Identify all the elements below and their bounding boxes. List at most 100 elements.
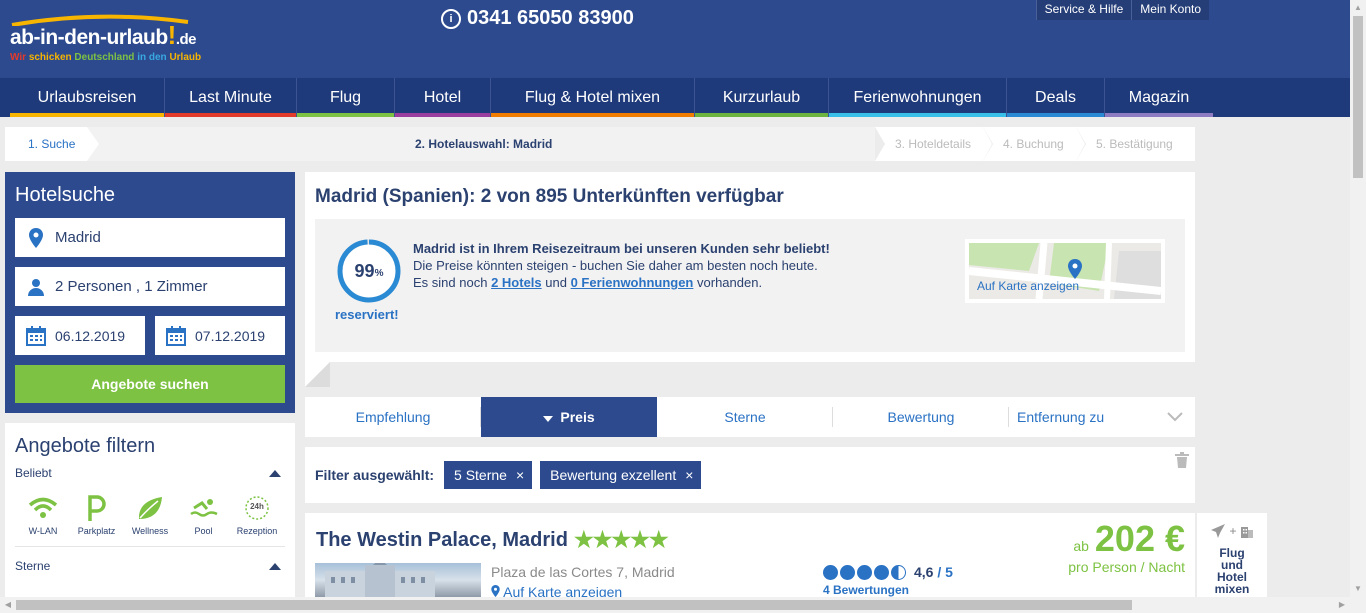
site-logo[interactable]: ab-in-den-urlaub!.de Wir schicken Deutsc… — [10, 14, 202, 63]
location-pin-icon — [25, 227, 47, 248]
collapse-icon[interactable] — [269, 469, 281, 477]
hotel-address: Plaza de las Cortes 7, Madrid — [491, 564, 675, 580]
persons-field[interactable]: 2 Personen , 1 Zimmer — [15, 267, 285, 306]
popular-section-header[interactable]: Beliebt — [15, 466, 285, 480]
show-map-link[interactable]: Auf Karte anzeigen — [977, 279, 1079, 293]
chevron-down-icon — [1167, 412, 1183, 422]
hotel-name[interactable]: The Westin Palace, Madrid ★★★★★ — [316, 527, 669, 553]
leaf-icon — [136, 494, 164, 522]
step-divider — [875, 127, 885, 161]
apartments-count-link[interactable]: 0 Ferienwohnungen — [571, 275, 694, 290]
availability-panel: Madrid (Spanien): 2 von 895 Unterkünften… — [305, 172, 1195, 362]
step-search[interactable]: 1. Suche — [5, 127, 99, 161]
nav-last-minute[interactable]: Last Minute — [165, 78, 297, 117]
horizontal-scrollbar[interactable]: ◀ ▶ — [0, 597, 1366, 613]
sort-rating[interactable]: Bewertung — [833, 397, 1009, 437]
checkout-date-field[interactable]: 07.12.2019 — [155, 316, 285, 355]
price-prefix: ab — [1073, 538, 1089, 554]
map-preview[interactable]: Auf Karte anzeigen — [965, 239, 1165, 303]
airplane-icon — [1211, 524, 1226, 538]
scroll-thumb[interactable] — [1353, 16, 1363, 178]
filter-chip-5-stars[interactable]: 5 Sterne × — [444, 461, 533, 489]
parking-icon — [87, 494, 107, 522]
sort-stars[interactable]: Sterne — [657, 397, 833, 437]
nav-kurzurlaub[interactable]: Kurzurlaub — [695, 78, 829, 117]
checkout-date-value: 07.12.2019 — [195, 327, 266, 344]
amenity-pool[interactable]: Pool — [178, 494, 230, 536]
amenity-reception[interactable]: 24h Rezeption — [231, 494, 283, 536]
collapse-icon[interactable] — [269, 562, 281, 570]
hotel-result-card[interactable]: The Westin Palace, Madrid ★★★★★ Plaza de… — [305, 513, 1195, 600]
hotels-count-link[interactable]: 2 Hotels — [491, 275, 542, 290]
nav-deals[interactable]: Deals — [1007, 78, 1105, 117]
search-offers-button[interactable]: Angebote suchen — [15, 365, 285, 403]
logo-slogan: Wir schicken Deutschland in den Urlaub — [10, 52, 202, 63]
building-icon — [1240, 527, 1253, 538]
sort-price[interactable]: Preis — [481, 397, 657, 437]
rating-dot-half — [891, 564, 906, 580]
mix-label: Flug und Hotel mixen — [1214, 546, 1250, 596]
filter-chip-rating-excellent[interactable]: Bewertung exzellent × — [540, 461, 702, 489]
review-count-link[interactable]: 4 Bewertungen — [823, 583, 909, 597]
hotline[interactable]: i 0341 65050 83900 — [441, 7, 634, 30]
nav-magazin[interactable]: Magazin — [1105, 78, 1213, 117]
nav-flug-hotel-mixen[interactable]: Flug & Hotel mixen — [491, 78, 695, 117]
top-links: Service & Hilfe Mein Konto — [1035, 0, 1209, 20]
scroll-thumb[interactable] — [16, 600, 1132, 610]
scroll-up-icon[interactable]: ▲ — [1350, 0, 1366, 16]
active-filters-label: Filter ausgewählt: — [315, 467, 435, 483]
step-confirmation: 5. Bestätigung — [1096, 137, 1173, 151]
scroll-left-icon[interactable]: ◀ — [0, 597, 16, 613]
vertical-scrollbar[interactable]: ▲ ▼ — [1350, 0, 1366, 597]
remove-filter-icon[interactable]: × — [685, 467, 693, 483]
hotel-photo[interactable] — [315, 563, 481, 597]
amenity-label: Parkplatz — [77, 526, 116, 536]
popularity-info-box: 99% reserviert! Madrid ist in Ihrem Reis… — [315, 219, 1185, 352]
amenity-parking[interactable]: Parkplatz — [71, 494, 123, 536]
step-hotel-selection: 2. Hotelauswahl: Madrid — [415, 137, 553, 151]
checkin-date-value: 06.12.2019 — [55, 327, 126, 344]
hotel-rating: 4,6 / 5 — [823, 564, 953, 580]
scroll-right-icon[interactable]: ▶ — [1334, 597, 1350, 613]
rating-value: 4,6 / 5 — [914, 564, 953, 580]
nav-hotel[interactable]: Hotel — [395, 78, 491, 117]
trash-icon[interactable] — [1175, 452, 1189, 468]
amenity-label: Wellness — [131, 526, 169, 536]
mix-flight-hotel-card[interactable]: + Flug und Hotel mixen — [1197, 513, 1267, 597]
rating-dot — [874, 564, 889, 580]
rating-dot — [857, 564, 872, 580]
sort-bar: Empfehlung Preis Sterne Bewertung Entfer… — [305, 397, 1195, 437]
divider — [15, 546, 285, 547]
rating-dot — [840, 564, 855, 580]
price-value: 202 € — [1094, 518, 1185, 559]
amenity-filters: W-LAN Parkplatz Wellness Pool 24h Rezept… — [15, 494, 285, 536]
amenity-label: Rezeption — [236, 526, 278, 536]
hotel-search-panel: Hotelsuche Madrid 2 Personen , 1 Zimmer … — [5, 172, 295, 413]
panel-fold-decoration — [305, 362, 330, 387]
active-filters-bar: Filter ausgewählt: 5 Sterne × Bewertung e… — [305, 447, 1195, 503]
sort-distance[interactable]: Entfernung zu — [1009, 397, 1195, 437]
service-link[interactable]: Service & Hilfe — [1035, 0, 1132, 20]
account-link[interactable]: Mein Konto — [1131, 0, 1209, 20]
amenity-wellness[interactable]: Wellness — [124, 494, 176, 536]
checkin-date-field[interactable]: 06.12.2019 — [15, 316, 145, 355]
hotel-price[interactable]: ab 202 € pro Person / Nacht — [1068, 518, 1185, 576]
amenity-label: W-LAN — [28, 526, 58, 536]
reserved-label: reserviert! — [335, 307, 399, 322]
scroll-down-icon[interactable]: ▼ — [1350, 581, 1366, 597]
swimmer-icon — [189, 494, 218, 522]
stars-section-header[interactable]: Sterne — [15, 559, 285, 573]
destination-field[interactable]: Madrid — [15, 218, 285, 257]
nav-ferienwohnungen[interactable]: Ferienwohnungen — [829, 78, 1007, 117]
rating-dot — [823, 564, 838, 580]
info-phone-icon: i — [441, 8, 461, 29]
remove-filter-icon[interactable]: × — [516, 467, 524, 483]
nav-urlaubsreisen[interactable]: Urlaubsreisen — [10, 78, 165, 117]
person-icon — [25, 278, 47, 296]
logo-swoosh-icon — [11, 14, 189, 26]
popularity-text: Madrid ist in Ihrem Reisezeitraum bei un… — [413, 241, 830, 290]
amenity-wifi[interactable]: W-LAN — [17, 494, 69, 536]
sort-recommendation[interactable]: Empfehlung — [305, 397, 481, 437]
stars-section-label: Sterne — [15, 559, 51, 573]
nav-flug[interactable]: Flug — [297, 78, 395, 117]
